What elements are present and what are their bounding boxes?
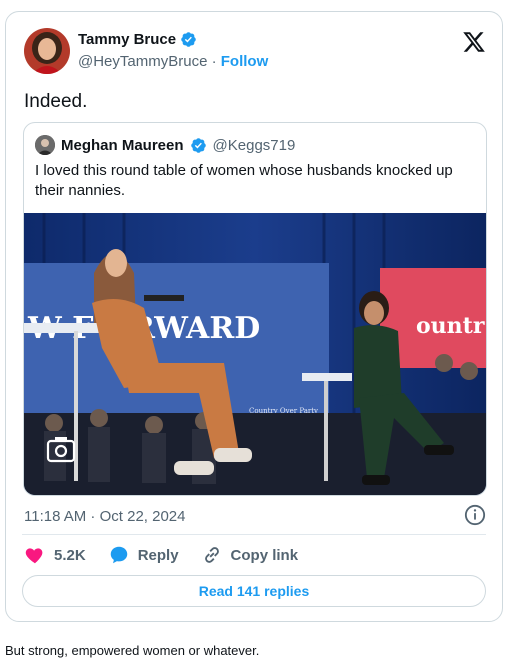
like-button[interactable]: 5.2K xyxy=(24,544,86,566)
read-replies-button[interactable]: Read 141 replies xyxy=(22,575,486,607)
reply-button[interactable]: Reply xyxy=(108,544,179,566)
quoted-tweet[interactable]: Meghan Maureen @Keggs719 I loved this ro… xyxy=(23,122,487,496)
tweet-timestamp[interactable]: 11:18 AM · Oct 22, 2024 xyxy=(24,508,185,525)
stage-sign-right: ountr xyxy=(416,313,485,339)
copy-link-label: Copy link xyxy=(230,546,299,564)
verified-badge-icon xyxy=(181,32,196,47)
quoted-handle: @Keggs719 xyxy=(212,136,296,154)
x-logo-icon[interactable] xyxy=(462,30,486,54)
follow-button[interactable]: Follow xyxy=(221,53,269,70)
verified-badge-icon xyxy=(190,137,206,153)
like-count: 5.2K xyxy=(54,546,86,564)
quoted-avatar xyxy=(35,135,55,155)
heart-icon xyxy=(25,548,43,564)
quoted-name: Meghan Maureen xyxy=(61,136,184,154)
info-icon[interactable] xyxy=(464,504,486,526)
author-name[interactable]: Tammy Bruce xyxy=(78,31,176,48)
reply-label: Reply xyxy=(137,546,179,564)
author-avatar[interactable] xyxy=(24,28,70,74)
embedded-tweet-card: Tammy Bruce @HeyTammyBruce · Follow Inde… xyxy=(5,11,503,622)
action-bar: 5.2K Reply Copy link xyxy=(24,543,320,567)
quoted-text: I loved this round table of women whose … xyxy=(35,162,453,199)
divider xyxy=(22,534,486,535)
author-name-row[interactable]: Tammy Bruce xyxy=(78,31,197,48)
separator: · xyxy=(211,53,217,70)
copy-link-button[interactable]: Copy link xyxy=(201,544,299,566)
tweet-text: Indeed. xyxy=(24,91,88,112)
read-replies-label: Read 141 replies xyxy=(198,583,310,599)
quoted-photo[interactable]: W F ORWARD Country Over Party ountr xyxy=(24,213,486,495)
author-handle-row: @HeyTammyBruce · Follow xyxy=(78,53,268,70)
link-icon xyxy=(204,547,219,563)
author-handle[interactable]: @HeyTammyBruce xyxy=(78,53,207,70)
quoted-header: Meghan Maureen @Keggs719 xyxy=(35,135,295,155)
reply-icon xyxy=(110,546,127,564)
caption-text: But strong, empowered women or whatever. xyxy=(5,643,260,658)
